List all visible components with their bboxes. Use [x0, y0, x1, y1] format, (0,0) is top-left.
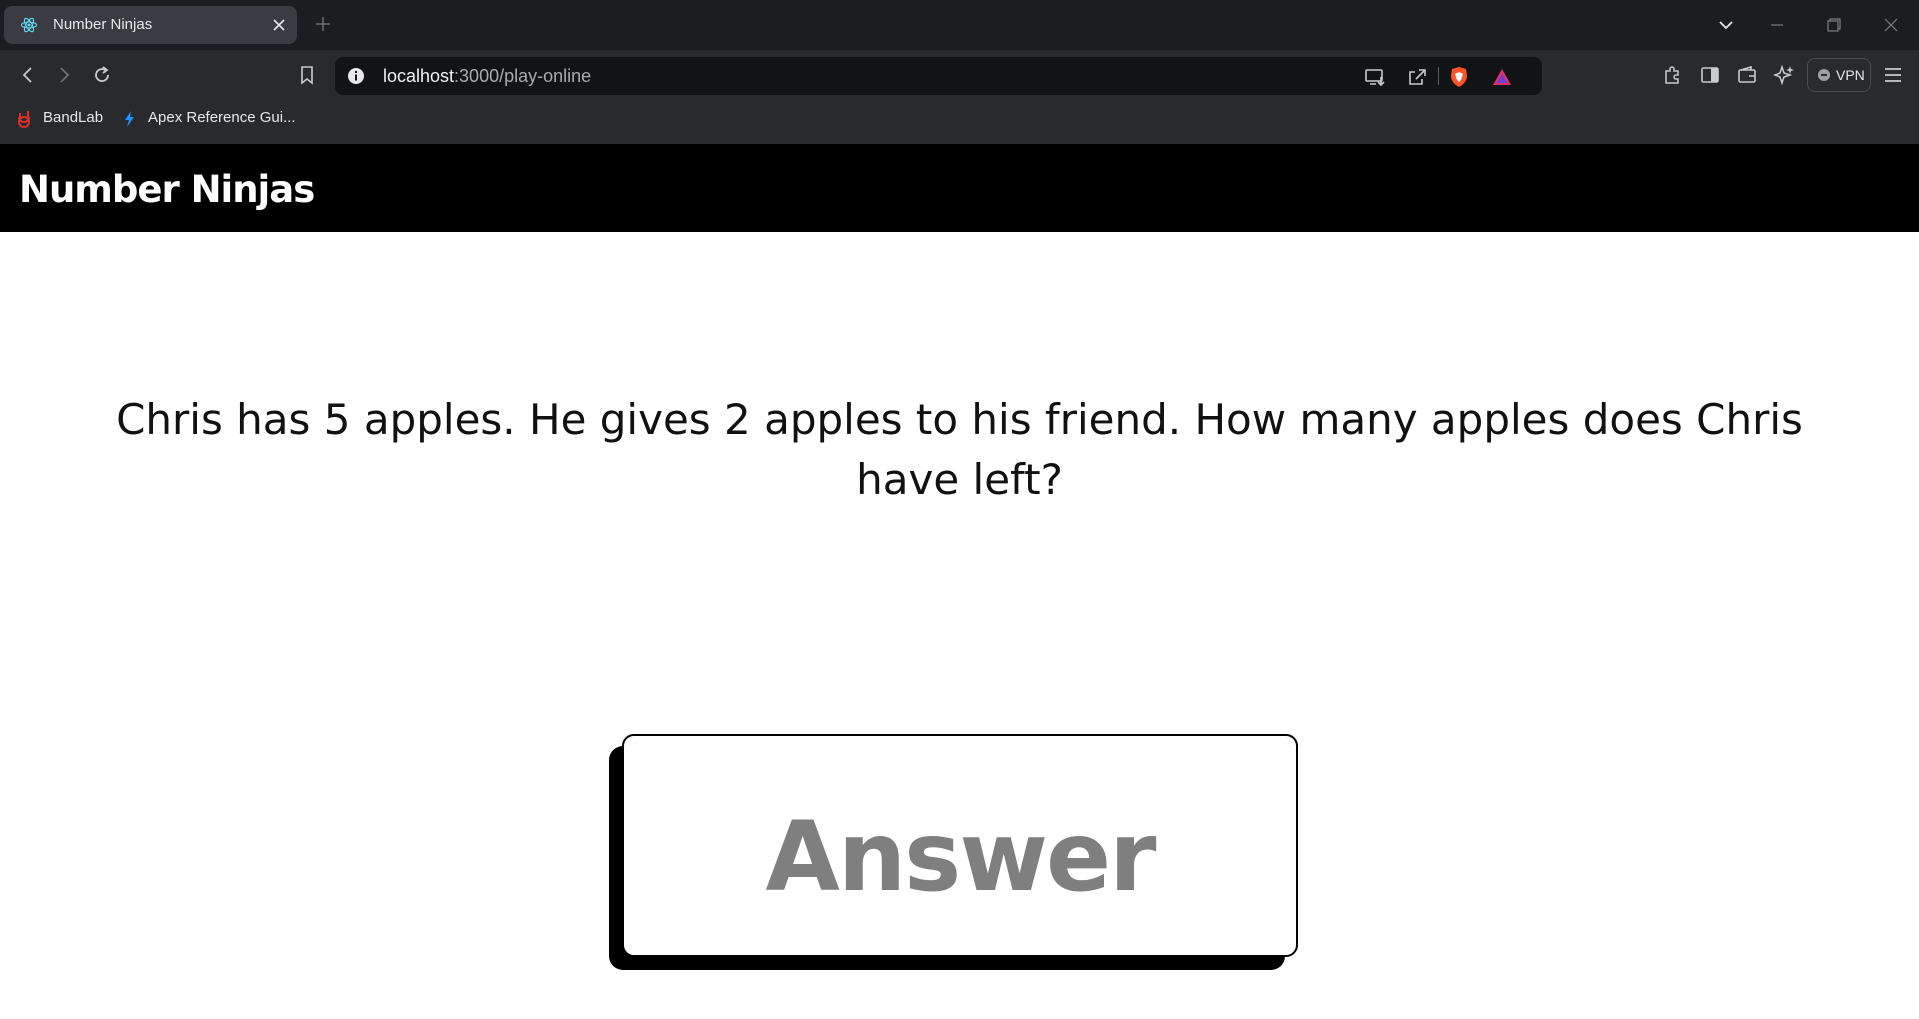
- close-window-icon[interactable]: [1882, 16, 1900, 34]
- browser-tab[interactable]: Number Ninjas: [4, 6, 297, 44]
- tab-search-chevron-icon[interactable]: [1717, 16, 1735, 34]
- question-text: Chris has 5 apples. He gives 2 apples to…: [116, 395, 1803, 504]
- url-path: :3000/play-online: [454, 66, 592, 86]
- leo-ai-icon[interactable]: [1773, 64, 1795, 86]
- brand-logo[interactable]: Number Ninjas: [19, 144, 315, 236]
- restore-icon[interactable]: [1825, 16, 1843, 34]
- omnibox-divider: [1438, 67, 1439, 85]
- brave-rewards-icon[interactable]: [1491, 66, 1513, 88]
- reload-icon[interactable]: [91, 64, 113, 86]
- tab-title: Number Ninjas: [53, 16, 153, 33]
- bookmark-icon[interactable]: [296, 64, 318, 86]
- bookmark-apex-reference[interactable]: Apex Reference Gui...: [148, 100, 296, 136]
- app-header: Number Ninjas: [0, 144, 1919, 232]
- url-text[interactable]: localhost:3000/play-online: [383, 57, 591, 95]
- lightning-icon: [125, 111, 134, 127]
- brave-shields-icon[interactable]: [1448, 66, 1470, 88]
- address-bar[interactable]: localhost:3000/play-online: [335, 57, 1542, 95]
- sidebar-icon[interactable]: [1699, 64, 1721, 86]
- vpn-label: VPN: [1836, 67, 1865, 83]
- answer-input[interactable]: [624, 736, 1296, 955]
- minimize-icon[interactable]: [1768, 16, 1786, 34]
- menu-icon[interactable]: [1882, 64, 1904, 86]
- url-host: localhost: [383, 66, 455, 86]
- browser-tabstrip: Number Ninjas: [0, 0, 1919, 50]
- site-info-icon[interactable]: [347, 67, 365, 85]
- vpn-button[interactable]: VPN: [1807, 58, 1871, 92]
- vpn-status-icon: [1818, 69, 1830, 81]
- back-icon[interactable]: [17, 64, 39, 86]
- close-icon[interactable]: [271, 17, 287, 33]
- bookmark-bandlab[interactable]: BandLab: [43, 100, 103, 136]
- share-icon[interactable]: [1406, 66, 1428, 88]
- bookmarks-bar: BandLab Apex Reference Gui...: [0, 100, 1919, 144]
- answer-box: [622, 734, 1298, 957]
- wallet-icon[interactable]: [1736, 64, 1758, 86]
- new-tab-icon[interactable]: [314, 15, 332, 33]
- react-icon: [20, 17, 38, 33]
- forward-icon[interactable]: [53, 64, 75, 86]
- install-app-icon[interactable]: [1364, 66, 1386, 88]
- bandlab-icon: [18, 111, 30, 128]
- extensions-icon[interactable]: [1661, 64, 1683, 86]
